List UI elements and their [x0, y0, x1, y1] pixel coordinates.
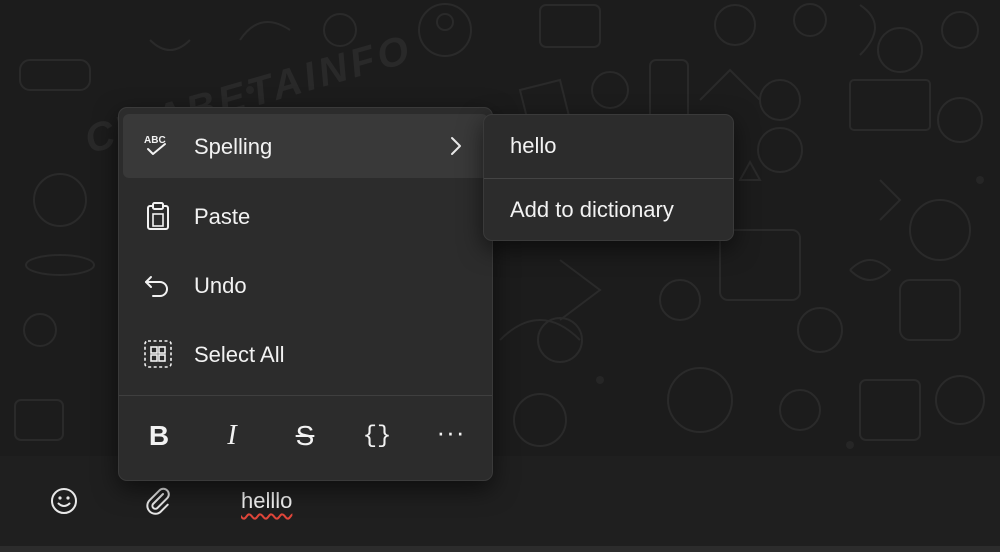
spellcheck-icon: ABC [143, 132, 173, 160]
composer-bottom-edge [0, 546, 1000, 552]
menu-item-paste[interactable]: Paste [123, 184, 488, 248]
spelling-suggestion[interactable]: hello [484, 115, 733, 177]
add-to-dictionary-button[interactable]: Add to dictionary [484, 179, 733, 240]
smiley-icon[interactable] [46, 483, 82, 519]
message-input[interactable]: helllo [241, 488, 292, 514]
add-to-dictionary-label: Add to dictionary [510, 197, 674, 222]
menu-item-select-all[interactable]: Select All [123, 322, 488, 386]
spellcheck-icon-text: ABC [144, 135, 166, 146]
strikethrough-button[interactable]: S [285, 416, 325, 456]
menu-item-spelling[interactable]: ABC Spelling [123, 114, 488, 178]
italic-button[interactable]: I [212, 416, 252, 456]
menu-item-label: Select All [194, 342, 285, 367]
more-options-button[interactable]: ··· [431, 412, 471, 452]
monospace-button[interactable]: {} [357, 416, 397, 456]
menu-item-label: Paste [194, 204, 251, 229]
menu-item-label: Spelling [194, 134, 273, 159]
context-menu: ABC Spelling Paste Undo Select All B I S… [118, 107, 493, 481]
select-all-icon [143, 340, 173, 368]
menu-item-undo[interactable]: Undo [123, 253, 488, 317]
menu-item-label: Undo [194, 273, 247, 298]
clipboard-icon [143, 202, 173, 230]
spelling-submenu: hello Add to dictionary [483, 114, 734, 241]
bold-button[interactable]: B [139, 416, 179, 456]
chevron-right-icon [449, 136, 463, 161]
format-toolbar: B I S {} ··· [119, 396, 492, 480]
undo-icon [143, 271, 173, 299]
suggestion-label: hello [510, 133, 557, 158]
paperclip-icon[interactable] [140, 483, 176, 519]
